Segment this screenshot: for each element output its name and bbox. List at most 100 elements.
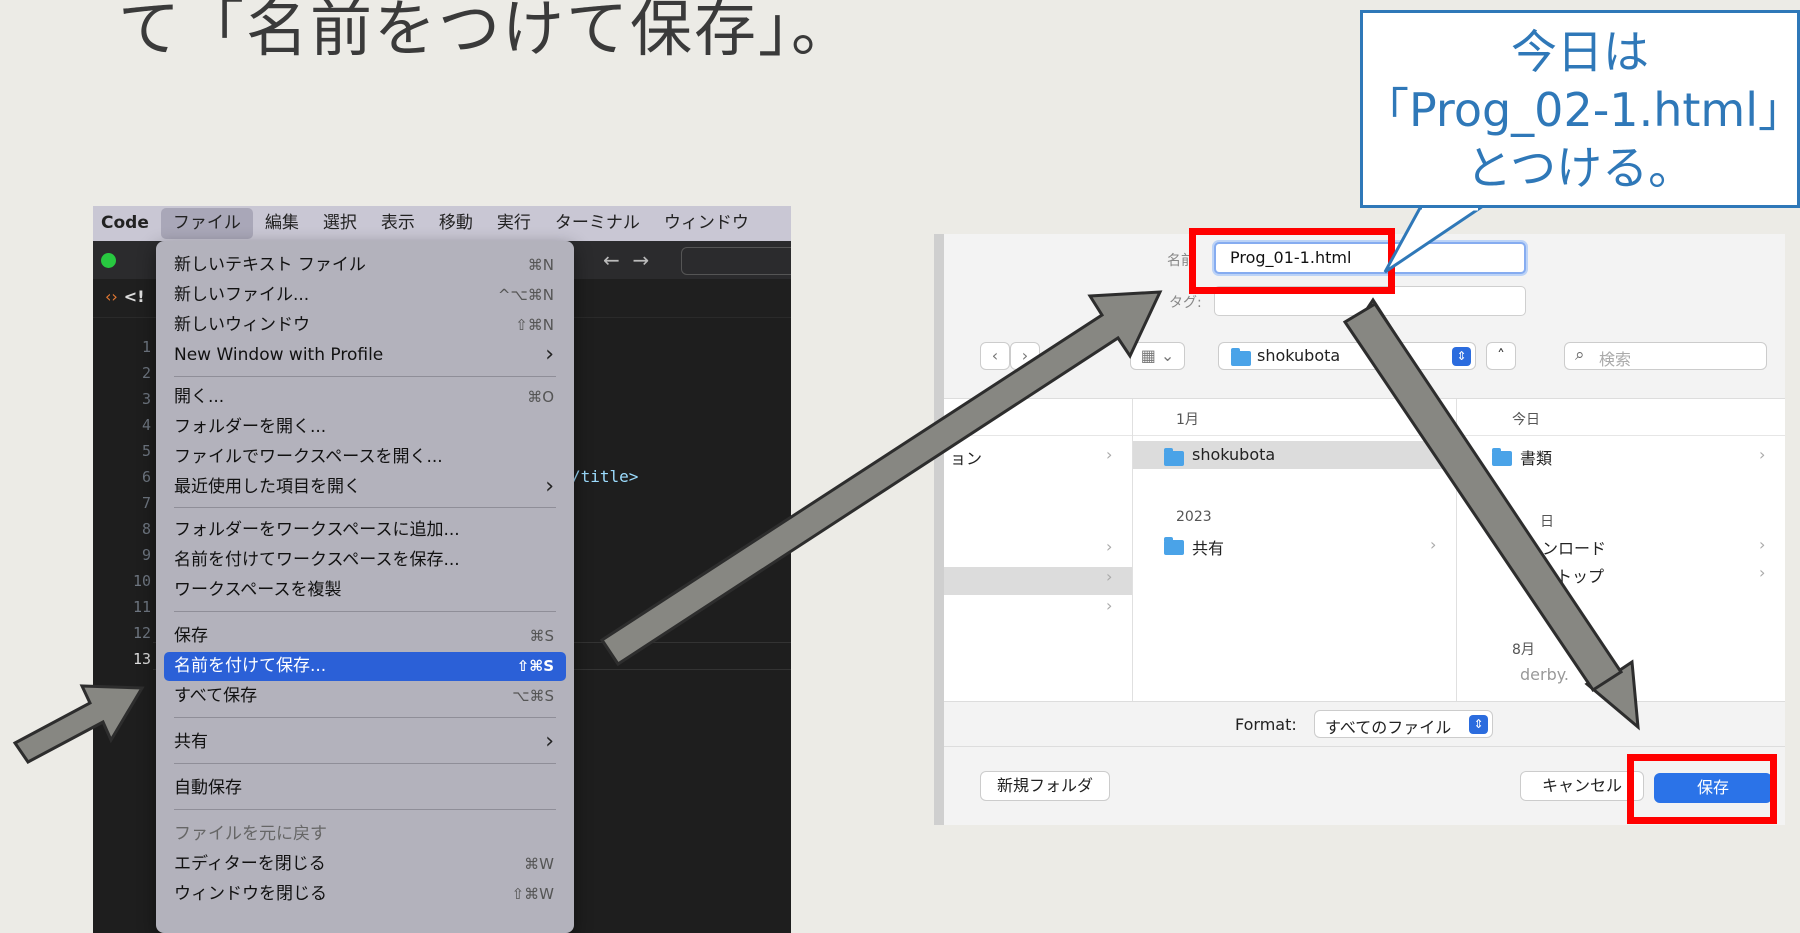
line-number: 1 — [141, 338, 151, 356]
slide-title: て「名前をつけて保存」。 — [118, 0, 856, 65]
menu-separator — [174, 809, 556, 810]
chevron-right-icon: › — [1430, 535, 1437, 554]
format-value: すべてのファイル — [1325, 718, 1452, 737]
callout-line: 「Prog_02-1.html」 — [1363, 83, 1800, 137]
line-number: 4 — [141, 416, 151, 434]
folder-icon — [1164, 537, 1184, 555]
view-mode-button[interactable]: ▦ ⌄ — [1130, 342, 1185, 370]
vscode-screenshot: Code ファイル 編集 選択 表示 移動 実行 ターミナル ウィンドウ ← →… — [93, 206, 791, 933]
nav-arrows[interactable]: ← → — [603, 248, 649, 272]
line-number: 7 — [141, 494, 151, 512]
editor-tab[interactable]: ‹› <! — [105, 287, 145, 306]
menu-item-new-window[interactable]: 新しいウィンドウ ⇧⌘N — [164, 311, 566, 340]
menu-item-close-editor[interactable]: エディターを閉じる ⌘W — [164, 850, 566, 879]
cancel-button[interactable]: キャンセル — [1520, 771, 1644, 801]
line-number: 9 — [141, 546, 151, 564]
menu-item-new-file[interactable]: 新しいファイル... ^⌥⌘N — [164, 281, 566, 310]
line-number: 6 — [141, 468, 151, 486]
search-input[interactable]: ⌕ 検索 — [1564, 342, 1767, 370]
menu-item-save-all[interactable]: すべて保存 ⌥⌘S — [164, 682, 566, 711]
forward-button[interactable]: › — [1010, 342, 1040, 370]
line-number: 11 — [132, 598, 151, 616]
updown-chevron-icon: ⇕ — [1469, 715, 1488, 734]
menu-separator — [174, 376, 556, 377]
menu-terminal[interactable]: ターミナル — [543, 206, 652, 241]
menu-item-add-folder-workspace[interactable]: フォルダーをワークスペースに追加... — [164, 516, 566, 545]
column-item[interactable]: derby. — [1520, 665, 1569, 684]
menu-item-open-recent[interactable]: 最近使用した項目を開く › — [164, 473, 566, 502]
chevron-right-icon: › — [545, 342, 554, 367]
menu-edit[interactable]: 編集 — [253, 206, 311, 241]
sidebar-selected-row[interactable] — [944, 567, 1132, 595]
menu-item-duplicate-workspace[interactable]: ワークスペースを複製 — [164, 576, 566, 605]
chevron-right-icon: › — [1106, 596, 1113, 615]
menu-item-open-folder[interactable]: フォルダーを開く... — [164, 413, 566, 442]
menu-item-save-workspace-as[interactable]: 名前を付けてワークスペースを保存... — [164, 546, 566, 575]
new-folder-button[interactable]: 新規フォルダ — [980, 771, 1110, 801]
search-icon: ⌕ — [1575, 345, 1585, 365]
file-menu-dropdown: 新しいテキスト ファイル ⌘N 新しいファイル... ^⌥⌘N 新しいウィンドウ ⇧⌘… — [156, 241, 574, 933]
menu-item-new-window-profile[interactable]: New Window with Profile › — [164, 341, 566, 370]
column-group-header: 1月 — [1176, 412, 1199, 428]
menu-item-close-window[interactable]: ウィンドウを閉じる ⇧⌘W — [164, 880, 566, 909]
menu-item-share[interactable]: 共有 › — [164, 728, 566, 757]
menu-separator — [174, 507, 556, 508]
chevron-right-icon: › — [1759, 535, 1766, 554]
updown-chevron-icon: ⇕ — [1452, 347, 1471, 366]
chevron-right-icon: › — [545, 474, 554, 499]
menu-selection[interactable]: 選択 — [311, 206, 369, 241]
column-item[interactable]: ンロード — [1542, 535, 1606, 559]
column-item[interactable]: 共有 — [1192, 535, 1224, 559]
folder-icon — [1164, 448, 1184, 466]
menu-item-revert-file: ファイルを元に戻す — [174, 824, 327, 844]
search-placeholder: 検索 — [1599, 350, 1632, 369]
format-label: Format: — [1235, 715, 1297, 734]
window-close-dot[interactable] — [101, 253, 116, 268]
chevron-right-icon: › — [1106, 445, 1113, 464]
menu-item-save-as[interactable]: 名前を付けて保存... ⇧⌘S — [164, 652, 566, 681]
column-browser: ョン › › › › 1月 shokubota 2023 共有 › 今日 書類 … — [944, 398, 1785, 702]
location-popup[interactable]: shokubota ⇕ — [1218, 342, 1476, 370]
menu-item-auto-save[interactable]: 自動保存 — [164, 774, 566, 803]
menu-code[interactable]: Code — [93, 206, 161, 241]
save-button-highlight-box — [1627, 754, 1777, 824]
command-center[interactable] — [681, 247, 791, 275]
chevron-right-icon: › — [1106, 567, 1113, 586]
menu-separator — [174, 717, 556, 718]
menu-run[interactable]: 実行 — [485, 206, 543, 241]
location-name: shokubota — [1257, 346, 1341, 365]
code-file-icon: ‹› — [105, 287, 118, 306]
menu-item-open[interactable]: 開く... ⌘O — [164, 383, 566, 412]
menu-window[interactable]: ウィンドウ — [652, 206, 761, 241]
column-header-row — [944, 399, 1785, 436]
format-select[interactable]: すべてのファイル ⇕ — [1314, 710, 1493, 738]
back-button[interactable]: ‹ — [980, 342, 1010, 370]
save-dialog: 名前 Prog_01-1.html タグ: ‹ › ▦ ⌄ shokubota … — [934, 234, 1785, 825]
menu-item-open-workspace[interactable]: ファイルでワークスペースを開く... — [164, 443, 566, 472]
menu-separator — [174, 611, 556, 612]
line-number-current: 13 — [132, 650, 151, 668]
column-item[interactable]: 書類 — [1520, 445, 1552, 469]
menu-separator — [174, 763, 556, 764]
line-number: 8 — [141, 520, 151, 538]
menu-view[interactable]: 表示 — [369, 206, 427, 241]
column-item[interactable]: ョン — [950, 445, 982, 469]
column-group-header: 8月 — [1512, 642, 1535, 658]
menu-go[interactable]: 移動 — [427, 206, 485, 241]
menu-item-save[interactable]: 保存 ⌘S — [164, 622, 566, 651]
column-group-header: 2023 — [1176, 509, 1212, 525]
menu-item-new-text-file[interactable]: 新しいテキスト ファイル ⌘N — [164, 251, 566, 280]
column-item[interactable]: shokubota — [1192, 445, 1275, 464]
column-item[interactable]: トップ — [1556, 563, 1604, 587]
instruction-callout: 今日は 「Prog_02-1.html」 とつける。 — [1360, 10, 1800, 208]
chevron-right-icon: › — [1759, 563, 1766, 582]
folder-icon — [1231, 348, 1251, 366]
menu-file[interactable]: ファイル — [160, 208, 253, 239]
line-numbers: 1 2 3 4 5 6 7 8 9 10 11 12 13 — [93, 334, 151, 672]
chevron-right-icon: › — [1759, 445, 1766, 464]
line-number: 10 — [132, 572, 151, 590]
chevron-right-icon: › — [1106, 537, 1113, 556]
chevron-right-icon: › — [545, 729, 554, 754]
collapse-button[interactable]: ˄ — [1486, 342, 1516, 370]
menubar: Code ファイル 編集 選択 表示 移動 実行 ターミナル ウィンドウ — [93, 206, 791, 241]
